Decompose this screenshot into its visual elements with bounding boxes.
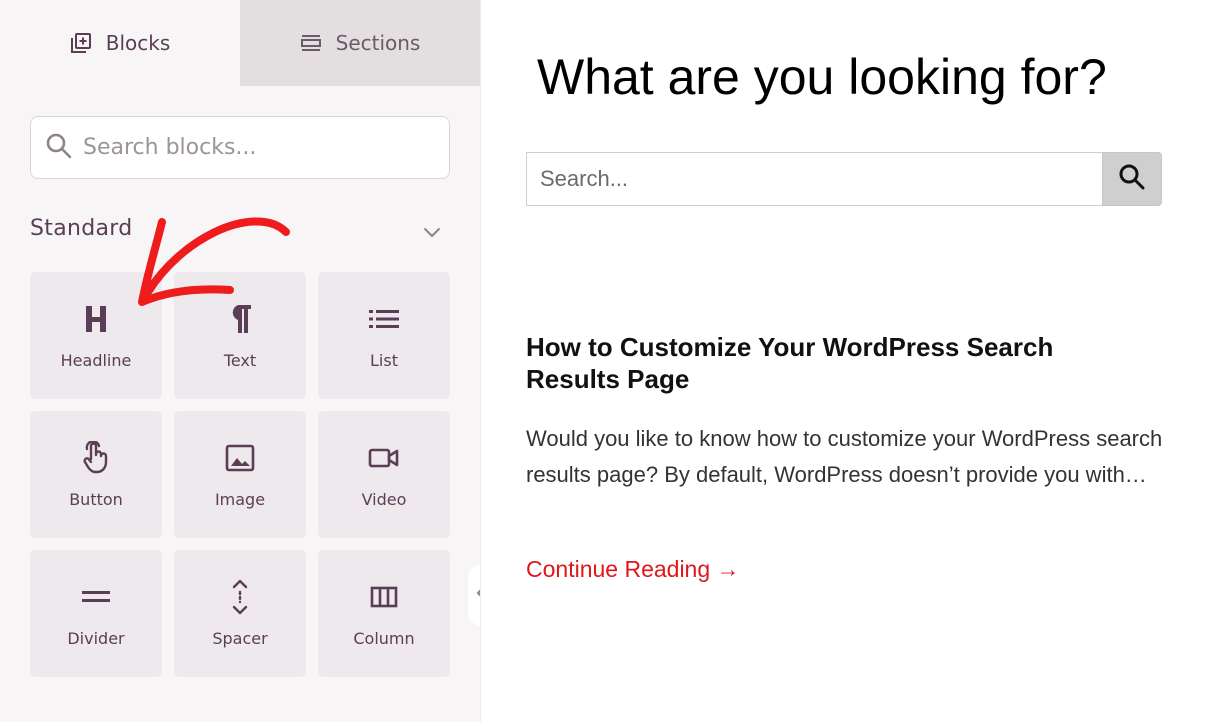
search-icon xyxy=(1118,163,1146,195)
block-label: Divider xyxy=(67,629,125,648)
post-title-link[interactable]: How to Customize Your WordPress Search R… xyxy=(526,331,1126,395)
post-excerpt: Would you like to know how to customize … xyxy=(526,426,1163,487)
block-label: Video xyxy=(361,490,407,509)
block-label: Spacer xyxy=(212,629,268,648)
site-search xyxy=(526,152,1102,206)
block-search xyxy=(30,116,450,179)
block-label: Text xyxy=(223,351,257,370)
block-label: Headline xyxy=(60,351,132,370)
spacer-icon xyxy=(229,579,251,615)
image-icon xyxy=(225,440,255,476)
page-heading: What are you looking for? xyxy=(537,49,1107,105)
page-preview: What are you looking for? How to Customi… xyxy=(480,0,1207,722)
headline-icon xyxy=(83,301,109,337)
video-icon xyxy=(368,440,400,476)
block-image[interactable]: Image xyxy=(174,411,306,538)
block-divider[interactable]: Divider xyxy=(30,550,162,677)
block-column[interactable]: Column xyxy=(318,550,450,677)
pointer-hand-icon xyxy=(82,440,110,476)
blocks-grid: Headline Text List Button Image Video Di… xyxy=(30,272,450,677)
block-search-input[interactable] xyxy=(83,135,423,160)
block-label: Image xyxy=(214,490,266,509)
block-spacer[interactable]: Spacer xyxy=(174,550,306,677)
block-video[interactable]: Video xyxy=(318,411,450,538)
site-search-button[interactable] xyxy=(1102,152,1162,206)
section-title-standard: Standard xyxy=(30,216,133,241)
blocks-panel: Blocks Sections Standard xyxy=(0,0,496,722)
tab-blocks[interactable]: Blocks xyxy=(0,0,240,86)
sections-icon xyxy=(300,34,322,52)
block-label: Button xyxy=(69,490,123,509)
block-label: List xyxy=(370,351,398,370)
annotation-arrow-icon xyxy=(138,217,290,306)
search-icon xyxy=(45,132,73,164)
block-list[interactable]: List xyxy=(318,272,450,399)
tab-blocks-label: Blocks xyxy=(105,31,171,55)
list-icon xyxy=(369,301,399,337)
add-block-icon xyxy=(70,32,92,54)
columns-icon xyxy=(370,579,398,615)
divider-icon xyxy=(82,579,110,615)
site-search-input[interactable] xyxy=(540,166,1080,192)
tab-sections-label: Sections xyxy=(335,31,421,55)
block-label: Column xyxy=(353,629,415,648)
block-button[interactable]: Button xyxy=(30,411,162,538)
continue-reading-link[interactable]: Continue Reading → xyxy=(526,556,740,583)
tab-sections[interactable]: Sections xyxy=(240,0,480,86)
chevron-down-icon[interactable] xyxy=(420,220,444,244)
